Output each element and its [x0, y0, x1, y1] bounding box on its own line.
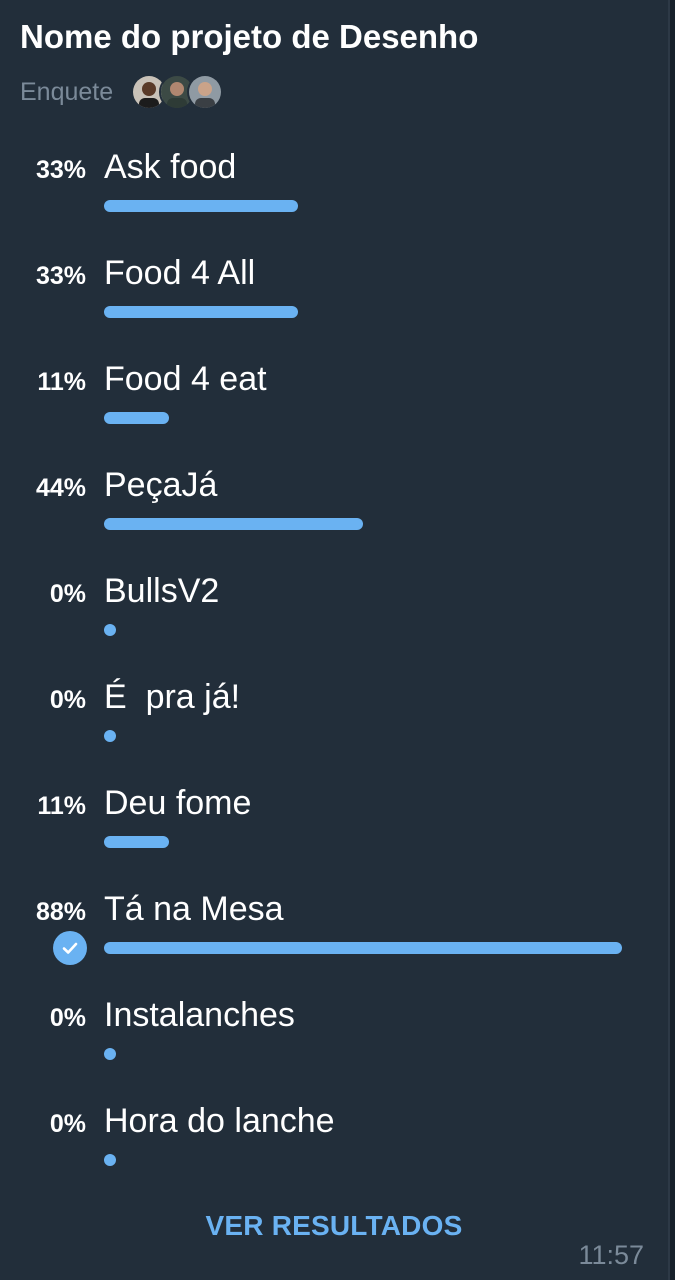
poll-option-percent: 0% [49, 1004, 86, 1032]
poll-option-label: Deu fome [104, 784, 252, 822]
poll-option-label: É pra já! [104, 678, 241, 716]
poll-option-percent: 33% [35, 156, 86, 184]
poll-option-percent: 33% [35, 262, 86, 290]
poll-option-bar-track [104, 1154, 622, 1166]
poll-option-bar-track [104, 730, 622, 742]
poll-option-bar-track [104, 1048, 622, 1060]
poll-option-label: Food 4 All [104, 254, 256, 292]
voter-avatar [187, 74, 224, 110]
poll-type-label: Enquete [20, 77, 114, 106]
poll-option-percent: 44% [35, 474, 86, 502]
poll-option-percent: 0% [49, 580, 86, 608]
poll-option-percent: 11% [37, 792, 86, 820]
voter-avatars[interactable] [131, 74, 224, 110]
poll-option[interactable]: 0% É pra já! [0, 674, 668, 754]
poll-option[interactable]: 33% Food 4 All [0, 250, 668, 330]
poll-option-bar-track [104, 518, 622, 530]
poll-option-percent: 88% [35, 898, 86, 926]
check-icon [53, 931, 87, 965]
poll-option[interactable]: 0% Instalanches [0, 992, 668, 1072]
poll-title: Nome do projeto de Desenho [20, 18, 479, 55]
poll-option-label: Ask food [104, 148, 237, 186]
poll-option[interactable]: 0% Hora do lanche [0, 1098, 668, 1178]
poll-option-bar [104, 942, 622, 954]
poll-subtitle: Enquete [20, 74, 224, 110]
poll-option-percent: 11% [37, 368, 86, 396]
poll-option-bar [104, 624, 116, 636]
message-time: 11:57 [578, 1240, 644, 1270]
poll-option-bar-track [104, 412, 622, 424]
poll-option-bar [104, 200, 298, 212]
poll-option-bar-track [104, 624, 622, 636]
poll-option-bar [104, 306, 298, 318]
poll-option-bar [104, 836, 169, 848]
view-results-button[interactable]: VER RESULTADOS [0, 1210, 668, 1242]
poll-option[interactable]: 11% Food 4 eat [0, 356, 668, 436]
poll-option-bar-track [104, 200, 622, 212]
poll-option-bar [104, 518, 363, 530]
poll-option[interactable]: 0% BullsV2 [0, 568, 668, 648]
poll-option[interactable]: 33% Ask food [0, 144, 668, 224]
poll-option-label: BullsV2 [104, 572, 220, 610]
poll-option-percent: 0% [49, 686, 86, 714]
poll-option-bar-track [104, 306, 622, 318]
poll-option-bar-track [104, 836, 622, 848]
poll-option[interactable]: 11% Deu fome [0, 780, 668, 860]
poll-option-label: Instalanches [104, 996, 295, 1034]
poll-option-bar [104, 412, 169, 424]
poll-option-bar-track [104, 942, 622, 954]
poll-option-bar [104, 1048, 116, 1060]
poll-message-bubble: Nome do projeto de Desenho Enquete 33% A… [0, 0, 670, 1280]
poll-option-bar [104, 1154, 116, 1166]
poll-option-label: Hora do lanche [104, 1102, 335, 1140]
poll-option[interactable]: 88% Tá na Mesa [0, 886, 668, 966]
poll-option[interactable]: 44% PeçaJá [0, 462, 668, 542]
poll-option-bar [104, 730, 116, 742]
poll-option-label: Tá na Mesa [104, 890, 284, 928]
poll-option-label: Food 4 eat [104, 360, 267, 398]
poll-option-label: PeçaJá [104, 466, 218, 504]
poll-option-percent: 0% [49, 1110, 86, 1138]
